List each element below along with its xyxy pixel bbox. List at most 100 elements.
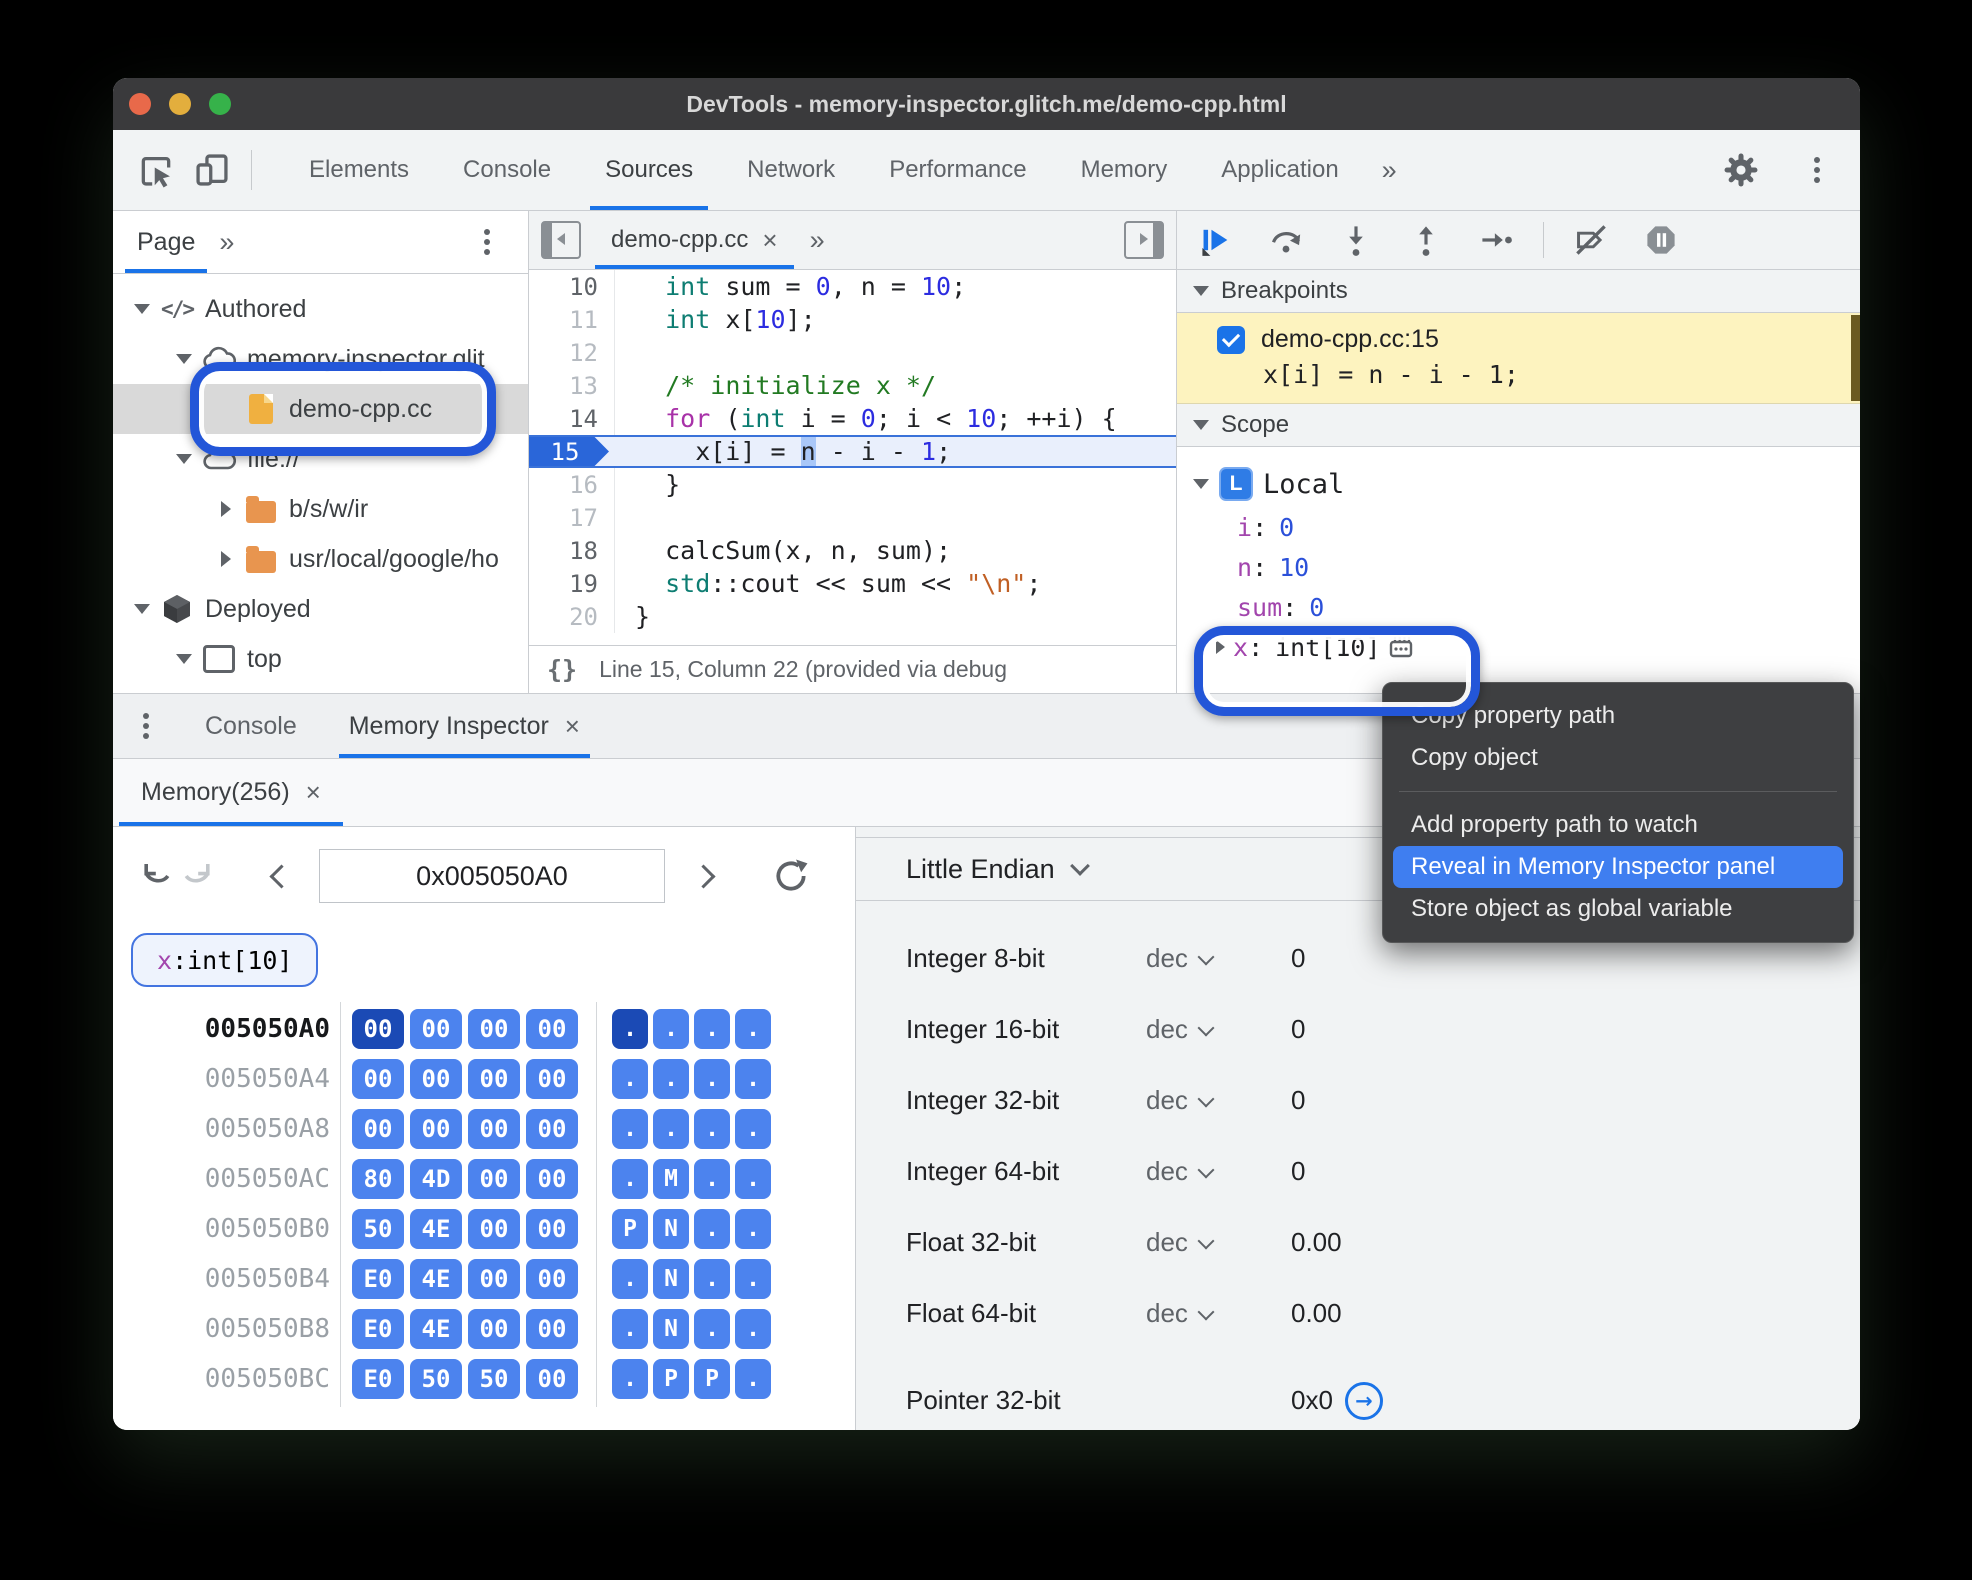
ascii-cell[interactable]: . [612, 1059, 648, 1099]
byte-cell[interactable]: 00 [352, 1009, 404, 1049]
scope-variable-i[interactable]: i:0 [1177, 507, 1860, 547]
ascii-cell[interactable]: . [612, 1309, 648, 1349]
byte-cell[interactable]: 00 [468, 1309, 520, 1349]
byte-cell[interactable]: 50 [468, 1359, 520, 1399]
deactivate-breakpoints-icon[interactable] [1574, 223, 1608, 257]
line-number[interactable]: 12 [529, 336, 615, 369]
breakpoints-section-header[interactable]: Breakpoints [1177, 270, 1860, 313]
ascii-cell[interactable]: N [653, 1259, 689, 1299]
byte-cell[interactable]: 00 [526, 1309, 578, 1349]
expander-closed-icon[interactable] [211, 501, 241, 517]
previous-page-icon[interactable] [261, 856, 301, 896]
more-editor-tabs-icon[interactable]: » [794, 225, 841, 256]
byte-cell[interactable]: 00 [526, 1359, 578, 1399]
ascii-cell[interactable]: . [694, 1309, 730, 1349]
byte-cell[interactable]: 00 [468, 1259, 520, 1299]
byte-cell[interactable]: 00 [526, 1059, 578, 1099]
ascii-cell[interactable]: . [735, 1159, 771, 1199]
ascii-cell[interactable]: . [612, 1009, 648, 1049]
ascii-cell[interactable]: . [612, 1159, 648, 1199]
tab-console[interactable]: Console [201, 694, 301, 758]
ascii-cell[interactable]: . [735, 1109, 771, 1149]
expander-open-icon[interactable] [169, 354, 199, 364]
ascii-cell[interactable]: . [694, 1009, 730, 1049]
ascii-cell[interactable]: . [694, 1159, 730, 1199]
byte-cell[interactable]: E0 [352, 1309, 404, 1349]
ascii-cell[interactable]: . [694, 1209, 730, 1249]
byte-cell[interactable]: 50 [352, 1209, 404, 1249]
devtools-menu-kebab-icon[interactable] [1814, 167, 1820, 173]
navigator-menu-kebab-icon[interactable] [484, 239, 490, 245]
step-into-icon[interactable] [1339, 223, 1373, 257]
byte-cell[interactable]: 80 [352, 1159, 404, 1199]
settings-gear-icon[interactable] [1720, 149, 1762, 191]
tab-memory-inspector[interactable]: Memory Inspector × [338, 694, 591, 758]
ascii-cell[interactable]: . [653, 1009, 689, 1049]
line-number[interactable]: 14 [529, 402, 615, 435]
tab-memory-256[interactable]: Memory(256) × [119, 759, 343, 826]
ascii-cell[interactable]: . [653, 1109, 689, 1149]
inspect-element-icon[interactable] [135, 149, 177, 191]
byte-cell[interactable]: 4E [410, 1259, 462, 1299]
byte-cell[interactable]: 4E [410, 1309, 462, 1349]
ascii-cell[interactable]: . [735, 1209, 771, 1249]
ascii-cell[interactable]: . [612, 1259, 648, 1299]
step-icon[interactable] [1479, 223, 1513, 257]
ascii-cell[interactable]: . [694, 1059, 730, 1099]
ascii-cell[interactable]: . [694, 1259, 730, 1299]
format-select[interactable]: dec [1146, 943, 1291, 974]
breakpoint-checkbox[interactable] [1217, 325, 1245, 354]
refresh-icon[interactable] [771, 856, 811, 896]
close-window-button[interactable] [129, 93, 151, 115]
byte-cell[interactable]: 00 [468, 1059, 520, 1099]
tree-item-top[interactable]: top [113, 634, 528, 684]
ascii-cell[interactable]: . [612, 1109, 648, 1149]
scope-variable-n[interactable]: n:10 [1177, 547, 1860, 587]
ascii-cell[interactable]: . [694, 1109, 730, 1149]
undo-icon[interactable] [137, 856, 177, 896]
tab-network[interactable]: Network [720, 130, 862, 210]
drawer-menu-kebab-icon[interactable] [143, 723, 149, 729]
ascii-cell[interactable]: P [612, 1209, 648, 1249]
minimize-window-button[interactable] [169, 93, 191, 115]
format-select[interactable]: dec [1146, 1014, 1291, 1045]
tab-application[interactable]: Application [1194, 130, 1365, 210]
line-number[interactable]: 19 [529, 567, 615, 600]
expander-open-icon[interactable] [127, 304, 157, 314]
step-over-icon[interactable] [1269, 223, 1303, 257]
close-memory-tab-icon[interactable]: × [306, 777, 321, 808]
line-number[interactable]: 10 [529, 270, 615, 303]
menu-item-add-property-path-to-watch[interactable]: Add property path to watch [1383, 804, 1853, 846]
maximize-window-button[interactable] [209, 93, 231, 115]
step-out-icon[interactable] [1409, 223, 1443, 257]
ascii-cell[interactable]: M [653, 1159, 689, 1199]
byte-cell[interactable]: E0 [352, 1259, 404, 1299]
byte-cell[interactable]: 00 [526, 1159, 578, 1199]
ascii-cell[interactable]: . [735, 1259, 771, 1299]
line-number[interactable]: 13 [529, 369, 615, 402]
expander-open-icon[interactable] [127, 604, 157, 614]
byte-cell[interactable]: 00 [526, 1109, 578, 1149]
resume-script-icon[interactable] [1199, 223, 1233, 257]
ascii-cell[interactable]: P [694, 1359, 730, 1399]
line-number[interactable]: 18 [529, 534, 615, 567]
line-number[interactable]: 20 [529, 600, 615, 633]
device-toolbar-icon[interactable] [191, 149, 233, 191]
format-select[interactable]: dec [1146, 1085, 1291, 1116]
byte-cell[interactable]: 00 [526, 1209, 578, 1249]
format-select[interactable]: dec [1146, 1227, 1291, 1258]
more-navigator-tabs-icon[interactable]: » [203, 227, 250, 258]
tab-memory[interactable]: Memory [1054, 130, 1195, 210]
pause-on-exceptions-icon[interactable] [1644, 223, 1678, 257]
tab-elements[interactable]: Elements [282, 130, 436, 210]
close-drawer-tab-icon[interactable]: × [565, 711, 580, 742]
ascii-cell[interactable]: . [735, 1059, 771, 1099]
breakpoint-entry[interactable]: demo-cpp.cc:15 x[i] = n - i - 1; [1177, 313, 1860, 404]
address-input[interactable] [319, 849, 665, 903]
menu-item-store-object-as-global-variable[interactable]: Store object as global variable [1383, 888, 1853, 930]
byte-cell[interactable]: 00 [526, 1009, 578, 1049]
byte-cell[interactable]: 4D [410, 1159, 462, 1199]
line-number[interactable]: 11 [529, 303, 615, 336]
close-tab-icon[interactable]: × [762, 225, 777, 256]
code-editor[interactable]: 10 int sum = 0, n = 10; 11 int x[10]; 12 13… [529, 270, 1176, 645]
